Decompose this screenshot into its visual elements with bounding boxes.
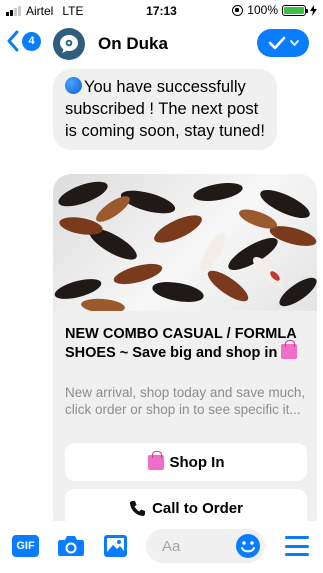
- card-subtitle: New arrival, shop today and save much, c…: [65, 385, 306, 417]
- page-avatar[interactable]: [53, 28, 85, 60]
- back-button[interactable]: 4: [6, 30, 41, 52]
- telephone-icon: [130, 500, 146, 516]
- blue-circle-icon: [65, 77, 82, 94]
- orientation-lock-icon: [232, 4, 244, 16]
- shopping-bags-icon: [147, 450, 164, 470]
- chevron-left-icon: [7, 30, 19, 52]
- subscription-message-text: You have successfully subscribed ! The n…: [65, 78, 265, 140]
- gif-button[interactable]: GIF: [12, 535, 39, 557]
- status-bar: Airtel LTE 17:13 100%: [0, 0, 323, 22]
- shoes-illustration: [54, 181, 317, 311]
- charging-icon: [310, 4, 317, 16]
- message-input-placeholder: Aa: [162, 538, 181, 555]
- conversation-header: 4 On Duka: [0, 22, 323, 66]
- chat-bubble-logo-icon: [60, 35, 78, 53]
- unread-count-badge: 4: [22, 31, 41, 51]
- card-title-text: NEW COMBO CASUAL / FORMLA SHOES ~ Save b…: [65, 326, 297, 361]
- shopping-bags-icon: [281, 340, 298, 359]
- camera-icon[interactable]: [57, 534, 85, 558]
- status-right: 100%: [232, 3, 317, 17]
- photo-icon[interactable]: [103, 534, 128, 558]
- emoji-icon[interactable]: [235, 533, 261, 559]
- conversation-title[interactable]: On Duka: [98, 34, 168, 54]
- menu-icon[interactable]: [285, 536, 309, 556]
- shop-in-button[interactable]: Shop In: [65, 443, 307, 481]
- product-card: NEW COMBO CASUAL / FORMLA SHOES ~ Save b…: [53, 174, 317, 534]
- message-bubble: You have successfully subscribed ! The n…: [53, 69, 277, 150]
- shop-in-label: Shop In: [169, 453, 225, 471]
- subscribed-button[interactable]: [257, 29, 309, 57]
- card-title: NEW COMBO CASUAL / FORMLA SHOES ~ Save b…: [65, 325, 309, 363]
- battery-icon: [282, 4, 308, 16]
- battery-percent: 100%: [247, 3, 278, 17]
- checkmark-icon: [268, 36, 285, 50]
- message-composer: GIF Aa: [0, 521, 323, 573]
- shoes-product-image[interactable]: [53, 174, 317, 311]
- chevron-down-icon: [289, 40, 299, 46]
- call-to-order-label: Call to Order: [152, 499, 243, 517]
